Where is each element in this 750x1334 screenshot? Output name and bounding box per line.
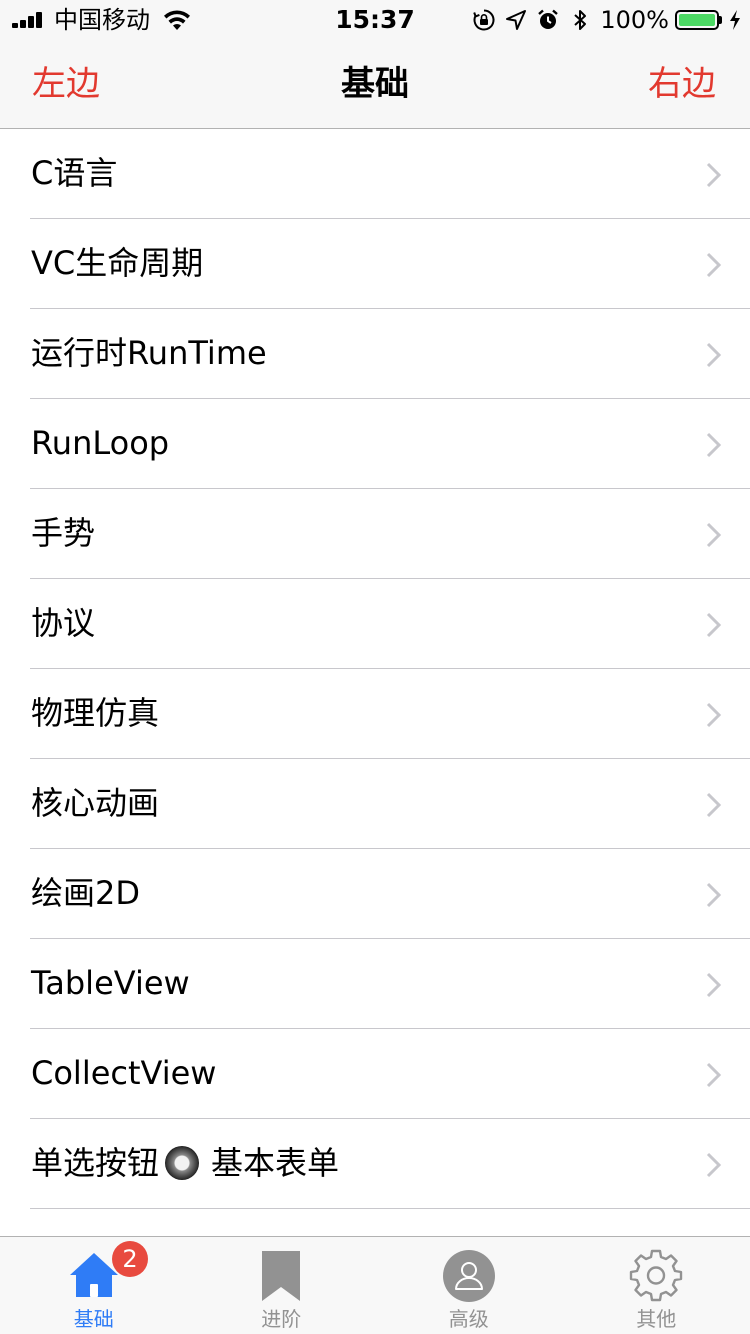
chevron-right-icon [706,342,722,368]
list-item-vc-lifecycle[interactable]: VC生命周期 [0,219,750,309]
chevron-right-icon [706,432,722,458]
list-item-label: 手势 [31,514,96,552]
status-bar: 中国移动 15:37 100% [0,0,750,40]
tab-badge: 2 [112,1241,148,1277]
chevron-right-icon [706,612,722,638]
list-item-core-animation[interactable]: 核心动画 [0,759,750,849]
list-item-label: 运行时RunTime [31,334,267,372]
status-right-group: 100% [472,6,742,34]
battery-tip [719,16,722,24]
tab-label: 其他 [636,1307,677,1331]
list-item-label: 核心动画 [31,784,160,822]
list-item-label: TableView [31,964,190,1002]
chevron-right-icon [706,702,722,728]
battery-percent: 100% [600,6,669,34]
chevron-right-icon [706,522,722,548]
list-item-label: 协议 [31,604,96,642]
list-item-label-part2: 基本表单 [211,1144,340,1182]
app-screen: 中国移动 15:37 100% 左边 基础 右边 C语言 VC生命周期 运行时R… [0,0,750,1334]
orientation-lock-icon [473,9,495,31]
page-title: 基础 [341,64,409,104]
chevron-right-icon [706,1062,722,1088]
list-item-label: CollectView [31,1054,217,1092]
tab-senior[interactable]: 高级 [375,1237,563,1334]
list-item-label: 物理仿真 [31,694,160,732]
list-item-protocols[interactable]: 协议 [0,579,750,669]
chevron-right-icon [706,972,722,998]
list-item-physics-simulation[interactable]: 物理仿真 [0,669,750,759]
list-item-label: 绘画2D [31,874,141,912]
chevron-right-icon [706,252,722,278]
location-icon [506,10,527,30]
chevron-right-icon [706,1152,722,1178]
chevron-right-icon [706,882,722,908]
list-item-gestures[interactable]: 手势 [0,489,750,579]
list-item-radio-form[interactable]: 单选按钮 基本表单 [0,1119,750,1209]
tab-other[interactable]: 其他 [563,1237,750,1334]
bookmark-icon [262,1251,301,1301]
table-list: C语言 VC生命周期 运行时RunTime RunLoop 手势 协议 物理仿真 [0,129,750,1235]
chevron-right-icon [706,162,722,188]
list-item-drawing-2d[interactable]: 绘画2D [0,849,750,939]
gear-icon [630,1249,683,1302]
list-item-runtime[interactable]: 运行时RunTime [0,309,750,399]
tab-label: 基础 [73,1307,114,1331]
battery-icon [675,10,719,30]
bluetooth-icon [574,10,587,30]
radio-button-icon [165,1146,200,1180]
list-item-tableview[interactable]: TableView [0,939,750,1029]
chevron-right-icon [706,792,722,818]
tab-label: 进阶 [261,1307,302,1331]
list-item-label: VC生命周期 [31,244,204,282]
list-item-label: C语言 [31,154,118,192]
list-item-collectview[interactable]: CollectView [0,1029,750,1119]
charging-icon [730,10,740,30]
user-icon [442,1250,495,1302]
tab-advanced-step[interactable]: 进阶 [188,1237,376,1334]
tab-basics[interactable]: 2 基础 [0,1237,188,1334]
list-item-runloop[interactable]: RunLoop [0,399,750,489]
list-item-partial[interactable] [0,1209,750,1235]
list-item-label: 单选按钮 基本表单 [31,1141,339,1185]
navigation-bar: 左边 基础 右边 [0,40,750,129]
alarm-icon [538,9,559,29]
list-item-label: RunLoop [31,424,170,462]
nav-right-button[interactable]: 右边 [648,62,716,106]
list-item-label-part1: 单选按钮 [31,1144,160,1182]
tab-label: 高级 [448,1307,489,1331]
tab-bar: 2 基础 进阶 高级 其他 [0,1236,750,1334]
list-item-c-language[interactable]: C语言 [0,129,750,219]
